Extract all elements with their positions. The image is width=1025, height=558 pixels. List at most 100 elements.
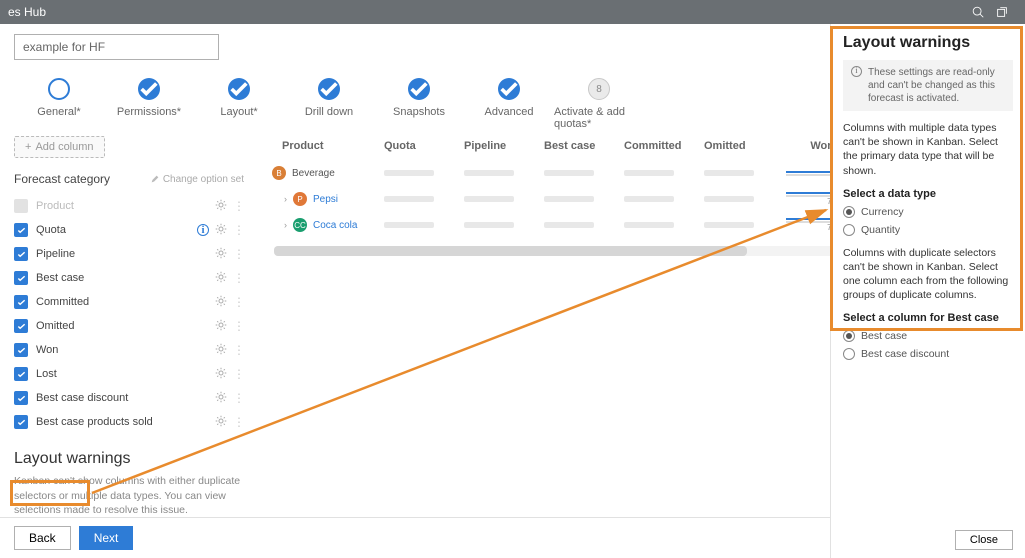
category-name: Best case	[36, 272, 207, 284]
pencil-icon	[150, 174, 160, 184]
forecast-category-label: Forecast category	[14, 172, 110, 186]
checkbox[interactable]	[14, 247, 28, 261]
category-row: Product ⋮	[14, 194, 244, 218]
search-icon[interactable]	[971, 5, 985, 19]
radio-option[interactable]: Quantity	[843, 224, 1013, 236]
scrollbar-thumb[interactable]	[274, 246, 747, 256]
category-name: Committed	[36, 296, 207, 308]
gear-icon[interactable]	[215, 295, 227, 310]
more-icon[interactable]: ⋮	[233, 199, 244, 213]
gear-icon[interactable]	[215, 199, 227, 214]
column-radios: Best case Best case discount	[843, 330, 1013, 360]
info-icon[interactable]: i	[197, 224, 209, 236]
forecast-category-header: Forecast category Change option set	[14, 172, 244, 186]
checkbox[interactable]	[14, 343, 28, 357]
cell-placeholder	[464, 170, 514, 176]
step-drilldown[interactable]: Drill down	[284, 78, 374, 118]
gear-icon[interactable]	[215, 247, 227, 262]
category-row: Best case discount⋮	[14, 386, 244, 410]
more-icon[interactable]: ⋮	[233, 343, 244, 357]
step-circle: 8	[588, 78, 610, 100]
step-circle	[498, 78, 520, 100]
left-column: + Add column Forecast category Change op…	[14, 136, 244, 558]
cell-placeholder	[544, 170, 594, 176]
radio-option[interactable]: Best case	[843, 330, 1013, 342]
gear-icon[interactable]	[215, 271, 227, 286]
gear-icon[interactable]	[215, 223, 227, 238]
cell-placeholder	[624, 222, 674, 228]
next-button[interactable]: Next	[79, 526, 134, 550]
category-row: Lost ⋮	[14, 362, 244, 386]
gear-icon[interactable]	[215, 343, 227, 358]
step-activateaddquotas[interactable]: 8Activate & add quotas*	[554, 78, 644, 130]
more-icon[interactable]: ⋮	[233, 223, 244, 237]
cell-placeholder	[464, 196, 514, 202]
cell-placeholder	[464, 222, 514, 228]
cell-placeholder	[544, 196, 594, 202]
new-window-icon[interactable]	[995, 5, 1009, 19]
plus-icon: +	[25, 141, 31, 153]
product-badge: P	[293, 192, 307, 206]
category-list: Product⋮Quotai⋮Pipeline⋮Best case⋮Commit…	[14, 194, 244, 434]
radio-option[interactable]: Currency	[843, 206, 1013, 218]
caret-icon[interactable]: ›	[284, 220, 287, 230]
radio-label: Quantity	[861, 224, 900, 236]
gear-icon[interactable]	[215, 367, 227, 382]
more-icon[interactable]: ⋮	[233, 271, 244, 285]
column-header: Best case	[544, 140, 624, 152]
category-name: Product	[36, 200, 207, 212]
checkbox[interactable]	[14, 391, 28, 405]
step-circle	[48, 78, 70, 100]
more-icon[interactable]: ⋮	[233, 319, 244, 333]
checkbox[interactable]	[14, 295, 28, 309]
step-general[interactable]: General*	[14, 78, 104, 118]
checkbox[interactable]	[14, 415, 28, 429]
gear-icon[interactable]	[215, 415, 227, 430]
column-header: Product	[264, 140, 384, 152]
more-icon[interactable]: ⋮	[233, 391, 244, 405]
step-label: Layout*	[220, 106, 257, 118]
datatype-radios: Currency Quantity	[843, 206, 1013, 236]
readonly-info: i These settings are read-only and can't…	[843, 60, 1013, 111]
column-header: Pipeline	[464, 140, 544, 152]
checkbox[interactable]	[14, 271, 28, 285]
gear-icon[interactable]	[215, 319, 227, 334]
more-icon[interactable]: ⋮	[233, 295, 244, 309]
checkbox[interactable]	[14, 367, 28, 381]
panel-title: Layout warnings	[843, 34, 1013, 52]
checkbox[interactable]	[14, 223, 28, 237]
step-advanced[interactable]: Advanced	[464, 78, 554, 118]
search-input[interactable]	[14, 34, 219, 60]
add-column-button[interactable]: + Add column	[14, 136, 105, 158]
cell-placeholder	[624, 196, 674, 202]
category-name: Omitted	[36, 320, 207, 332]
cell-placeholder	[384, 170, 434, 176]
radio-label: Currency	[861, 206, 904, 218]
app-title: es Hub	[8, 5, 46, 19]
cell-placeholder	[384, 222, 434, 228]
change-option-set-link[interactable]: Change option set	[150, 174, 244, 185]
radio-icon	[843, 348, 855, 360]
radio-option[interactable]: Best case discount	[843, 348, 1013, 360]
select-column-header: Select a column for Best case	[843, 312, 1013, 324]
more-icon[interactable]: ⋮	[233, 415, 244, 429]
checkbox[interactable]	[14, 319, 28, 333]
top-bar: es Hub	[0, 0, 1025, 24]
add-column-label: Add column	[35, 141, 93, 153]
category-name: Lost	[36, 368, 207, 380]
back-button[interactable]: Back	[14, 526, 71, 550]
step-layout[interactable]: Layout*	[194, 78, 284, 118]
select-datatype-header: Select a data type	[843, 188, 1013, 200]
step-permissions[interactable]: Permissions*	[104, 78, 194, 118]
checkbox[interactable]	[14, 199, 28, 213]
gear-icon[interactable]	[215, 391, 227, 406]
product-name[interactable]: Pepsi	[313, 194, 338, 205]
caret-icon[interactable]: ›	[284, 194, 287, 204]
radio-label: Best case	[861, 330, 907, 342]
step-snapshots[interactable]: Snapshots	[374, 78, 464, 118]
more-icon[interactable]: ⋮	[233, 367, 244, 381]
product-name[interactable]: Coca cola	[313, 220, 357, 231]
close-button[interactable]: Close	[955, 530, 1013, 550]
step-label: Permissions*	[117, 106, 181, 118]
more-icon[interactable]: ⋮	[233, 247, 244, 261]
